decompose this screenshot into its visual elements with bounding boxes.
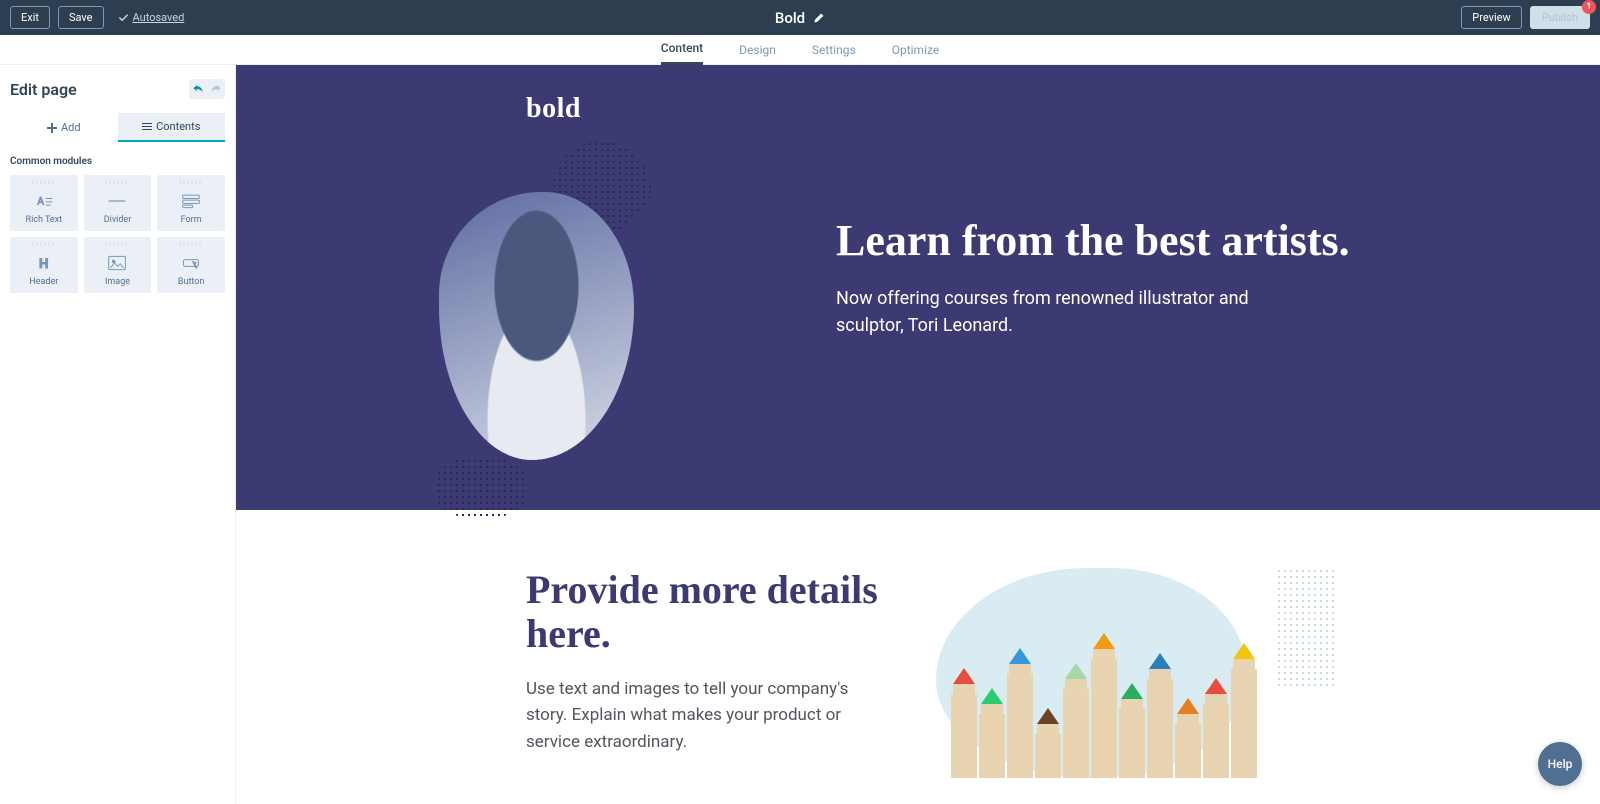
notification-badge: 1 — [1582, 0, 1596, 14]
tab-settings[interactable]: Settings — [812, 36, 856, 64]
top-bar: Exit Save Autosaved Bold Preview Publish… — [0, 0, 1600, 35]
form-icon — [180, 191, 202, 211]
module-button[interactable]: Button — [157, 237, 225, 293]
section-body-text[interactable]: Use text and images to tell your company… — [526, 676, 856, 755]
sidebar-tab-add[interactable]: Add — [10, 113, 118, 142]
tab-content[interactable]: Content — [661, 34, 703, 65]
module-label: Header — [29, 277, 58, 287]
sidebar: Edit page Add Contents Common modules AR… — [0, 65, 236, 804]
module-label: Divider — [104, 215, 132, 225]
exit-button[interactable]: Exit — [10, 6, 50, 29]
decorative-dots — [1276, 568, 1336, 688]
hero-image-area[interactable] — [326, 101, 746, 510]
publish-button[interactable]: Publish — [1530, 6, 1590, 29]
nav-tabs: Content Design Settings Optimize — [0, 35, 1600, 65]
portrait-image — [439, 192, 634, 460]
undo-icon — [192, 83, 204, 95]
autosaved-indicator[interactable]: Autosaved — [118, 11, 185, 24]
image-icon — [106, 253, 128, 273]
decorative-dots — [436, 458, 526, 518]
undo-redo-group — [189, 79, 225, 99]
save-button[interactable]: Save — [58, 6, 104, 29]
details-section[interactable]: Provide more details here. Use text and … — [236, 510, 1600, 778]
hero-body-text[interactable]: Now offering courses from renowned illus… — [836, 285, 1256, 339]
header-icon: H — [33, 253, 55, 273]
hero-section[interactable]: bold Learn from the best artists. Now of… — [236, 65, 1600, 510]
module-form[interactable]: Form — [157, 175, 225, 231]
list-icon — [142, 122, 152, 132]
tab-optimize[interactable]: Optimize — [892, 36, 940, 64]
module-divider[interactable]: Divider — [84, 175, 152, 231]
module-richtext[interactable]: A Rich Text — [10, 175, 78, 231]
hero-heading[interactable]: Learn from the best artists. — [836, 216, 1510, 265]
svg-text:A: A — [37, 196, 44, 207]
help-button[interactable]: Help — [1538, 742, 1582, 786]
section-heading[interactable]: Provide more details here. — [526, 568, 896, 656]
check-icon — [118, 12, 129, 23]
tab-design[interactable]: Design — [739, 36, 776, 64]
module-label: Form — [181, 215, 202, 225]
plus-icon — [47, 123, 57, 133]
section-image-area[interactable] — [936, 568, 1316, 778]
module-label: Button — [178, 277, 204, 287]
redo-icon — [210, 83, 222, 95]
module-label: Rich Text — [26, 215, 63, 225]
pencil-icon — [813, 12, 825, 24]
preview-button[interactable]: Preview — [1461, 6, 1521, 29]
sidebar-tab-contents[interactable]: Contents — [118, 113, 226, 142]
button-icon — [180, 253, 202, 273]
svg-text:H: H — [39, 257, 48, 272]
page-canvas[interactable]: bold Learn from the best artists. Now of… — [236, 65, 1600, 804]
richtext-icon: A — [33, 191, 55, 211]
sidebar-title: Edit page — [10, 80, 77, 99]
undo-button[interactable] — [189, 79, 207, 99]
page-title[interactable]: Bold — [775, 9, 825, 27]
decorative-blob — [936, 568, 1246, 778]
sidebar-section-label: Common modules — [10, 156, 225, 167]
module-label: Image — [105, 277, 130, 287]
module-image[interactable]: Image — [84, 237, 152, 293]
module-header[interactable]: H Header — [10, 237, 78, 293]
pencils-illustration — [951, 608, 1231, 778]
redo-button[interactable] — [207, 79, 225, 99]
divider-icon — [106, 191, 128, 211]
